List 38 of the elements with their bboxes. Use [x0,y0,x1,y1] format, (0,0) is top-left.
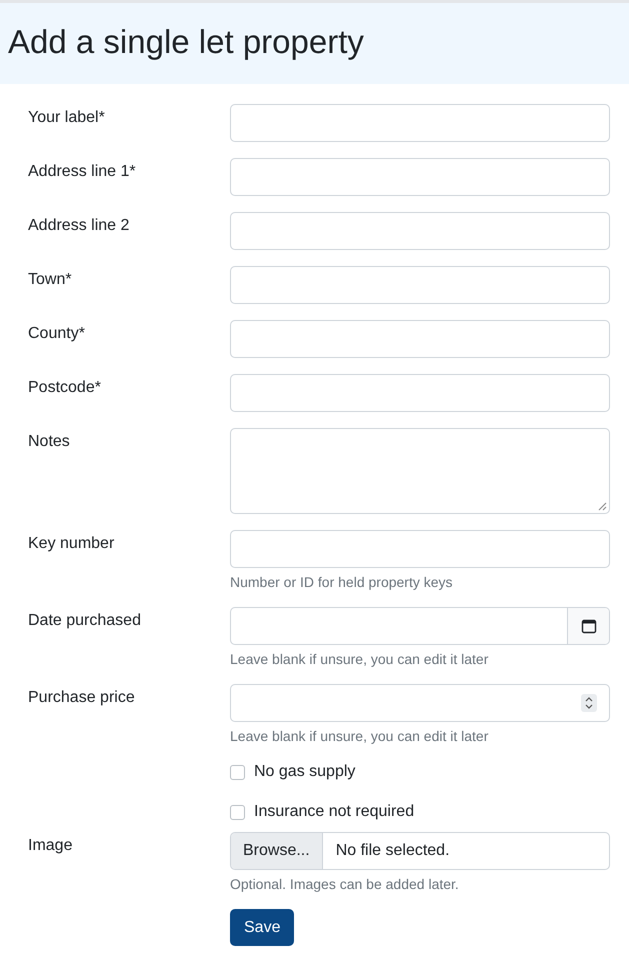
checkbox-label: No gas supply [254,763,356,781]
file-status: No file selected. [334,842,450,860]
checkbox[interactable] [230,804,245,820]
text-field[interactable] [230,266,610,304]
save-button[interactable]: Save [230,909,294,946]
text-field[interactable] [230,158,610,196]
field-label: County* [28,324,86,344]
number-field[interactable] [230,684,610,722]
text-field[interactable] [230,530,610,568]
text-field[interactable] [230,374,610,412]
help-text: Optional. Images can be added later. [230,875,460,893]
field-label: Purchase price [28,688,136,708]
page-title: Add a single let property [8,22,364,60]
field-label: Image [28,836,74,856]
resize-handle-icon [598,502,607,511]
notes-field[interactable] [230,428,610,514]
field-label: Postcode* [28,378,102,398]
calendar-button[interactable] [567,608,609,644]
field-label: Notes [28,432,71,452]
help-text: Number or ID for held property keys [230,573,454,591]
date-field[interactable] [230,607,610,645]
checkbox[interactable] [230,764,245,780]
text-field[interactable] [230,212,610,250]
calendar-icon [580,618,596,634]
browse-button[interactable]: Browse... [231,833,323,869]
field-label: Address line 1* [28,162,137,182]
field-label: Town* [28,270,73,290]
spinner-icon[interactable] [581,694,597,712]
file-field[interactable]: Browse... No file selected. [230,832,610,870]
field-label: Key number [28,534,116,554]
field-label: Your label* [28,108,106,128]
field-label: Address line 2 [28,216,130,236]
text-field[interactable] [230,104,610,142]
help-text: Leave blank if unsure, you can edit it later [230,650,490,668]
help-text: Leave blank if unsure, you can edit it later [230,727,490,745]
text-field[interactable] [230,320,610,358]
checkbox-label: Insurance not required [254,803,414,821]
field-label: Date purchased [28,611,142,631]
